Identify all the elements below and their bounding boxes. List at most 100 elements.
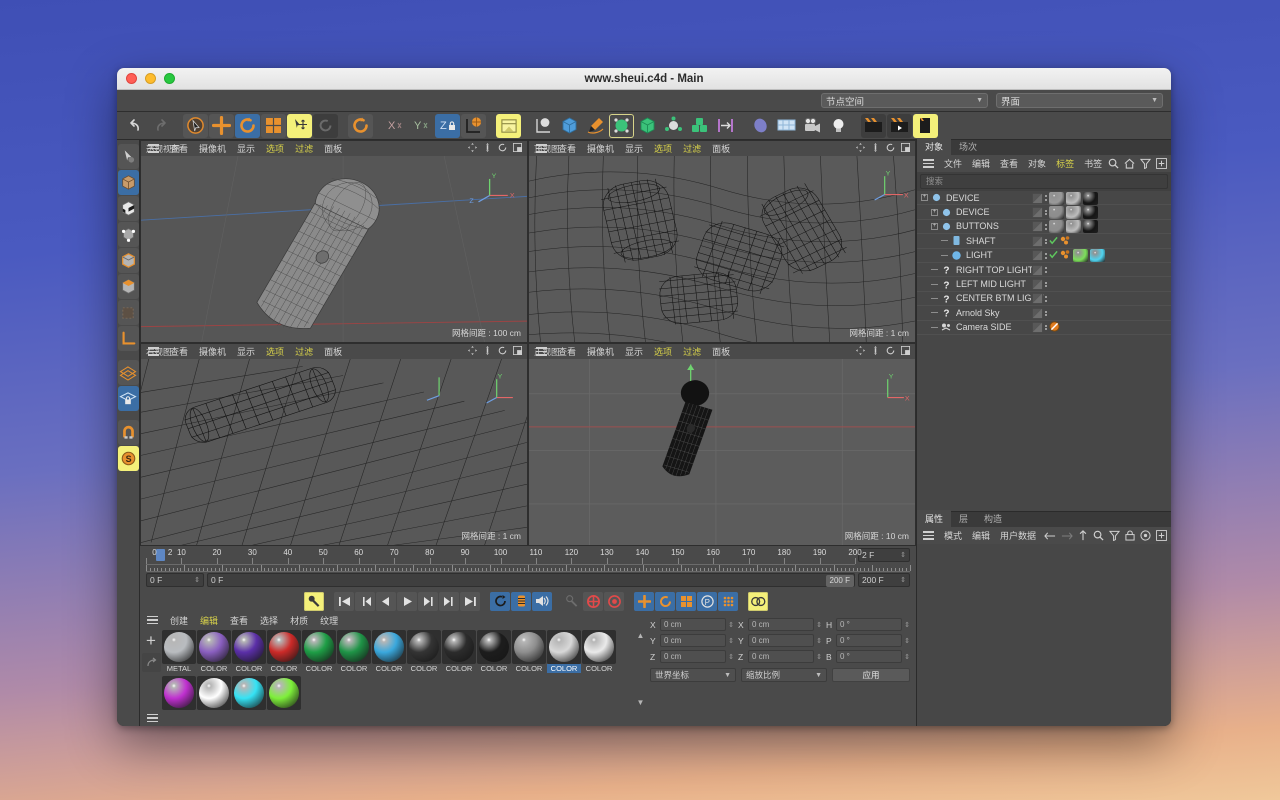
close-window-icon[interactable] bbox=[126, 73, 137, 84]
add-panel-icon[interactable] bbox=[1156, 158, 1167, 169]
edges-mode-icon[interactable] bbox=[118, 248, 139, 273]
material-preview[interactable] bbox=[232, 676, 266, 710]
timeline-end-field[interactable]: 200 F ⇕ bbox=[858, 573, 910, 587]
material-preview[interactable] bbox=[372, 630, 406, 664]
apply-coordinates-button[interactable]: 应用 bbox=[832, 668, 910, 682]
scale-tool-button[interactable] bbox=[261, 114, 286, 138]
viewport-menu-camera[interactable]: 摄像机 bbox=[199, 142, 226, 155]
rotate-alt-tool-button[interactable] bbox=[313, 114, 338, 138]
render-animation-button[interactable] bbox=[887, 114, 912, 138]
viewport-menu-panel[interactable]: 面板 bbox=[712, 142, 730, 155]
record-keyframe-button[interactable] bbox=[583, 592, 603, 611]
edit-render-settings-button[interactable] bbox=[913, 114, 938, 138]
material-item[interactable]: COLOR bbox=[337, 630, 371, 673]
object-list-row[interactable]: ?CENTER BTM LIGHT bbox=[917, 292, 1171, 306]
back-arrow-icon[interactable] bbox=[1044, 531, 1056, 541]
material-item[interactable]: COLOR bbox=[442, 630, 476, 673]
render-settings-button[interactable] bbox=[531, 114, 556, 138]
position-y-input[interactable]: 0 cm bbox=[660, 634, 726, 647]
material-item[interactable]: COLOR bbox=[477, 630, 511, 673]
object-list-row[interactable]: ?Arnold Sky bbox=[917, 306, 1171, 320]
material-item[interactable]: COLOR bbox=[547, 630, 581, 673]
material-preview[interactable] bbox=[267, 676, 301, 710]
viewport-menu-camera[interactable]: 摄像机 bbox=[587, 142, 614, 155]
material-preview[interactable] bbox=[477, 630, 511, 664]
undo-button[interactable] bbox=[122, 114, 147, 138]
viewport-menu-view[interactable]: 查看 bbox=[170, 345, 188, 358]
timeline-current-frame-right-field[interactable]: 2 F ⇕ bbox=[858, 548, 910, 562]
material-swatch[interactable] bbox=[1049, 220, 1064, 233]
material-swatch[interactable] bbox=[1090, 249, 1105, 262]
material-preview[interactable] bbox=[162, 676, 196, 710]
viewport-nav-icons[interactable] bbox=[468, 346, 522, 355]
material-preview[interactable] bbox=[442, 630, 476, 664]
node-space-select[interactable]: 节点空间 ▼ bbox=[821, 93, 988, 108]
material-name[interactable]: COLOR bbox=[582, 664, 616, 673]
rotation-p-input[interactable]: 0 ° bbox=[836, 634, 902, 647]
stepper-icon[interactable]: ⇕ bbox=[904, 653, 910, 661]
viewport-menu-filter[interactable]: 过滤 bbox=[683, 142, 701, 155]
visibility-dots-icon[interactable] bbox=[1045, 325, 1047, 331]
apply-material-button[interactable] bbox=[142, 653, 161, 672]
size-z-input[interactable]: 0 cm bbox=[748, 650, 814, 663]
material-menu-texture[interactable]: 纹理 bbox=[320, 614, 338, 627]
object-list-row[interactable]: +BUTTONS bbox=[917, 220, 1171, 234]
viewport-perspective[interactable]: 查看 摄像机 显示 选项 过滤 面板 bbox=[141, 141, 527, 342]
add-camera-button[interactable] bbox=[800, 114, 825, 138]
add-mograph-cloner-button[interactable] bbox=[687, 114, 712, 138]
stepper-icon[interactable]: ⇕ bbox=[728, 637, 734, 645]
viewport-canvas-perspective[interactable]: Y X Z bbox=[141, 156, 527, 342]
texture-mode-icon[interactable] bbox=[118, 196, 139, 221]
visibility-dots-icon[interactable] bbox=[1045, 210, 1047, 216]
material-name[interactable]: COLOR bbox=[547, 664, 581, 673]
viewport-menu-camera[interactable]: 摄像机 bbox=[199, 345, 226, 358]
viewport-menu-options[interactable]: 选项 bbox=[266, 142, 284, 155]
move-rotate-scale-tool-button[interactable] bbox=[287, 114, 312, 138]
material-menu-edit[interactable]: 编辑 bbox=[200, 614, 218, 627]
up-arrow-icon[interactable] bbox=[1078, 530, 1088, 541]
stepper-icon[interactable]: ⇕ bbox=[904, 637, 910, 645]
add-spline-pen-button[interactable] bbox=[583, 114, 608, 138]
material-item[interactable] bbox=[267, 676, 301, 710]
material-item[interactable] bbox=[197, 676, 231, 710]
visibility-toggle-icon[interactable] bbox=[1032, 279, 1043, 290]
stepper-icon[interactable]: ⇕ bbox=[816, 621, 822, 629]
next-key-button[interactable] bbox=[439, 592, 459, 611]
material-name[interactable]: COLOR bbox=[407, 664, 441, 673]
viewport-menu-display[interactable]: 显示 bbox=[237, 345, 255, 358]
snap-settings-icon[interactable]: S bbox=[118, 446, 139, 471]
material-preview[interactable] bbox=[407, 630, 441, 664]
material-item[interactable]: COLOR bbox=[197, 630, 231, 673]
object-name[interactable]: LIGHT bbox=[966, 250, 993, 260]
material-swatch[interactable] bbox=[1066, 192, 1081, 205]
viewport-menu-options[interactable]: 选项 bbox=[654, 345, 672, 358]
object-menu-objects[interactable]: 对象 bbox=[1028, 157, 1046, 170]
object-name[interactable]: RIGHT TOP LIGHT bbox=[956, 265, 1033, 275]
snap-lock-icon[interactable] bbox=[118, 386, 139, 411]
timeline-start-field[interactable]: 0 F ⇕ bbox=[146, 573, 204, 587]
add-floor-button[interactable] bbox=[774, 114, 799, 138]
attribute-menu-edit[interactable]: 编辑 bbox=[972, 529, 990, 542]
add-panel-icon[interactable] bbox=[1156, 530, 1167, 541]
material-preview[interactable] bbox=[547, 630, 581, 664]
object-menu-file[interactable]: 文件 bbox=[944, 157, 962, 170]
viewport-menu-panel[interactable]: 面板 bbox=[712, 345, 730, 358]
viewport-menu-filter[interactable]: 过滤 bbox=[683, 345, 701, 358]
material-name[interactable]: COLOR bbox=[337, 664, 371, 673]
material-preview[interactable] bbox=[197, 630, 231, 664]
hamburger-icon[interactable] bbox=[923, 159, 934, 168]
stepper-icon[interactable]: ⇕ bbox=[728, 653, 734, 661]
viewport-top[interactable]: 查看 摄像机 显示 选项 过滤 面板 bbox=[529, 141, 915, 342]
material-item[interactable]: COLOR bbox=[582, 630, 616, 673]
lock-x-axis-button[interactable]: X bbox=[383, 114, 408, 138]
window-traffic-lights[interactable] bbox=[126, 73, 175, 84]
material-name[interactable]: COLOR bbox=[442, 664, 476, 673]
material-item[interactable]: COLOR bbox=[407, 630, 441, 673]
object-search-input[interactable]: 搜索 bbox=[920, 174, 1168, 189]
material-preview[interactable] bbox=[512, 630, 546, 664]
record-active-object-button[interactable] bbox=[304, 592, 324, 611]
stepper-icon[interactable]: ⇕ bbox=[194, 576, 200, 584]
material-item[interactable] bbox=[232, 676, 266, 710]
viewport-canvas-front[interactable]: Y X bbox=[529, 359, 915, 545]
loop-playback-button[interactable] bbox=[490, 592, 510, 611]
